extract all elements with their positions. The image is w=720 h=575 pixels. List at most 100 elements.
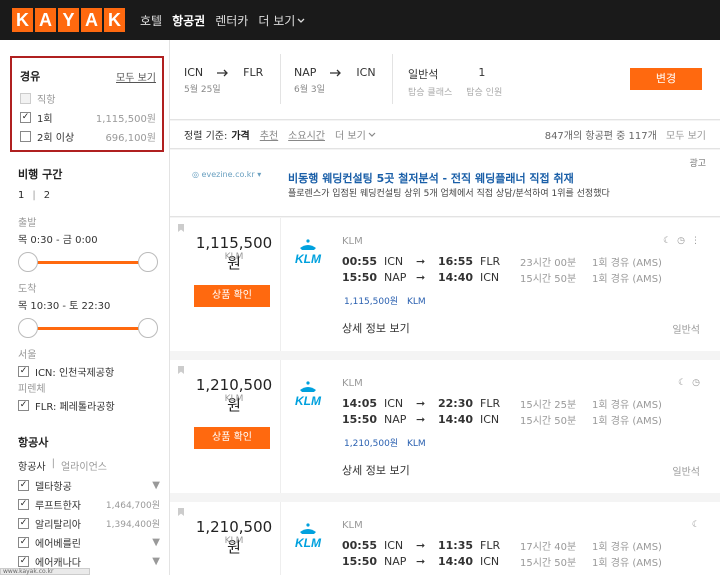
airport-option-icn[interactable]: ✓ ICN: 인천국제공항 (18, 363, 158, 380)
sponsored-ad[interactable]: ◎ evezine.co.kr ▾ 광고 비동행 웨딩컨설팅 5곳 철저분석 -… (170, 150, 720, 217)
kayak-logo[interactable]: K A Y A K (12, 8, 125, 32)
logo-letter: K (12, 8, 33, 32)
bookmark-icon[interactable] (178, 224, 184, 232)
leg-destination: FLR (243, 66, 264, 79)
change-search-button[interactable]: 변경 (630, 68, 702, 90)
sort-option-recommended[interactable]: 추천 (260, 127, 278, 142)
ad-description: 플로렌스가 입점된 웨딩컨설팅 상위 5개 업체에서 직접 상담/분석하여 1위… (288, 189, 610, 199)
svg-text:KLM: KLM (295, 536, 322, 550)
stops-option-two-plus[interactable]: 2회 이상 696,100원 (20, 128, 156, 145)
stops-option-one[interactable]: ✓ 1회 1,115,500원 (20, 109, 156, 126)
view-details-link[interactable]: 상세 정보 보기 (342, 462, 410, 478)
checkbox[interactable] (20, 131, 31, 142)
filter-funnel-icon[interactable]: ▼ (152, 556, 160, 567)
nav-hotel[interactable]: 호텔 (140, 12, 162, 29)
slider-handle-min[interactable] (18, 252, 38, 272)
checkbox-checked[interactable]: ✓ (18, 518, 29, 529)
result-card[interactable]: 1,115,500원 KLM 상품 확인 KLM KLM ☾ ◷ ⋮ 00:55… (170, 218, 720, 351)
checkbox-checked[interactable]: ✓ (18, 480, 29, 491)
airline-label: 알리탈리아 (35, 520, 81, 531)
moon-icon: ☾ (678, 378, 687, 388)
view-all-results-link[interactable]: 모두 보기 (666, 131, 706, 142)
airlines-tab-airline[interactable]: 항공사 (18, 458, 46, 473)
search-leg-1[interactable]: ICN FLR 5월 25일 (184, 66, 263, 95)
stops-view-all-link[interactable]: 모두 보기 (116, 69, 156, 84)
passenger-count: 1 (478, 66, 486, 79)
slider-handle-min[interactable] (18, 318, 38, 338)
filter-funnel-icon[interactable]: ▼ (152, 480, 160, 491)
search-leg-2[interactable]: NAP ICN 6월 3일 (294, 66, 376, 95)
sort-option-duration[interactable]: 소요시간 (288, 127, 325, 142)
sort-option-price[interactable]: 가격 (231, 127, 249, 142)
airports-filter: 서울 ✓ ICN: 인천국제공항 피렌체 ✓ FLR: 페레톨라공항 (18, 346, 158, 414)
more-options-icon[interactable]: ⋮ (691, 236, 700, 246)
stops-option-label: 직항 (37, 95, 56, 106)
checkbox-checked[interactable]: ✓ (18, 537, 29, 548)
result-card[interactable]: 1,210,500원 KLM 상품 확인 KLM KLM ☾ ◷ 14:05 I… (170, 360, 720, 493)
main-nav: 호텔 항공권 렌터카 더 보기 (140, 12, 305, 29)
checkbox[interactable] (20, 93, 31, 104)
checkbox-checked[interactable]: ✓ (18, 499, 29, 510)
airline-option-delta[interactable]: ✓ 델타항공 ▼ (18, 477, 160, 494)
leg-tab-2[interactable]: 2 (44, 190, 50, 201)
view-details-link[interactable]: 상세 정보 보기 (342, 320, 410, 336)
result-card[interactable]: 1,210,500원 KLM KLM KLM ☾ 00:55 ICN ➞ 11:… (170, 502, 720, 575)
duration: 15시간 50분 (520, 416, 577, 427)
stops-option-label: 1회 (37, 114, 53, 125)
stops-filter-highlighted: 경유 모두 보기 직항 ✓ 1회 1,115,500원 2회 이상 696,10… (10, 56, 164, 152)
cabin-passenger-summary[interactable]: 일반석 1 탑승 클래스 탑승 인원 (408, 66, 502, 98)
flight-segment: 15:50 NAP ➞ 14:40 ICN 15시간 50분 1회 경유 (AM… (342, 412, 662, 427)
nav-more[interactable]: 더 보기 (258, 12, 305, 29)
ad-title[interactable]: 비동행 웨딩컨설팅 5곳 철저분석 - 전직 웨딩플래너 직접 취재 (288, 170, 574, 186)
checkbox-checked[interactable]: ✓ (18, 400, 29, 411)
bookmark-icon[interactable] (178, 366, 184, 374)
arrow-right-icon: ➞ (416, 271, 426, 284)
sort-option-more[interactable]: 더 보기 (335, 127, 376, 142)
view-deal-button[interactable]: 상품 확인 (194, 285, 270, 307)
leg-tab-1[interactable]: 1 (18, 190, 24, 201)
airline-option-alitalia[interactable]: ✓ 알리탈리아 1,394,400원 (18, 515, 160, 532)
airport-option-flr[interactable]: ✓ FLR: 페레톨라공항 (18, 397, 158, 414)
airline-option-airberlin[interactable]: ✓ 에어베를린 ▼ (18, 534, 160, 551)
leg-destination: ICN (356, 66, 376, 79)
search-summary-bar: ICN FLR 5월 25일 NAP ICN 6월 3일 일반석 1 탑승 클래… (170, 40, 720, 120)
filter-funnel-icon[interactable]: ▼ (152, 537, 160, 548)
cabin-class: 일반석 (408, 68, 439, 81)
leg-origin: ICN (184, 66, 204, 79)
nav-rentcar[interactable]: 렌터카 (215, 12, 248, 29)
airline-label: 루프트한자 (35, 501, 81, 512)
provider-price[interactable]: 1,115,500원 KLM (344, 294, 426, 307)
arrive-airport: FLR (480, 255, 501, 268)
bookmark-icon[interactable] (178, 508, 184, 516)
clock-icon: ◷ (677, 236, 685, 246)
arrive-time: 14:40 (438, 555, 474, 568)
view-deal-button[interactable]: 상품 확인 (194, 427, 270, 449)
provider-price[interactable]: 1,210,500원 KLM (344, 436, 426, 449)
stops-option-direct[interactable]: 직항 (20, 90, 156, 107)
provider-price-value: 1,115,500원 (344, 297, 399, 307)
provider-price-value: 1,210,500원 (344, 439, 399, 449)
arrive-airport: ICN (480, 271, 500, 284)
checkbox-checked[interactable]: ✓ (18, 366, 29, 377)
leg-date: 6월 3일 (294, 85, 325, 95)
airline-option-lufthansa[interactable]: ✓ 루프트한자 1,464,700원 (18, 496, 160, 513)
arrival-slider[interactable] (18, 318, 158, 338)
arrow-right-icon: ➞ (416, 413, 426, 426)
slider-handle-max[interactable] (138, 318, 158, 338)
slider-handle-max[interactable] (138, 252, 158, 272)
depart-airport: ICN (384, 397, 404, 410)
nav-flights[interactable]: 항공권 (172, 12, 205, 29)
stops-filter-title: 경유 (20, 70, 41, 83)
clock-icon: ◷ (692, 378, 700, 388)
stops-option-price: 1,115,500원 (95, 114, 156, 125)
airline-label: 에어베를린 (35, 539, 81, 550)
checkbox-checked[interactable]: ✓ (20, 112, 31, 123)
arrive-time: 11:35 (438, 539, 474, 552)
airlines-tab-alliance[interactable]: 얼라이언스 (61, 458, 107, 473)
departure-slider[interactable] (18, 252, 158, 272)
arrival-range: 목 10:30 - 토 22:30 (18, 301, 111, 312)
stops-info: 1회 경유 (AMS) (592, 400, 662, 411)
airlines-filter: 항공사 항공사 | 얼라이언스 ✓ 델타항공 ▼ ✓ 루프트한자 1,464,7… (18, 436, 160, 569)
checkbox-checked[interactable]: ✓ (18, 556, 29, 567)
depart-airport: ICN (384, 255, 404, 268)
